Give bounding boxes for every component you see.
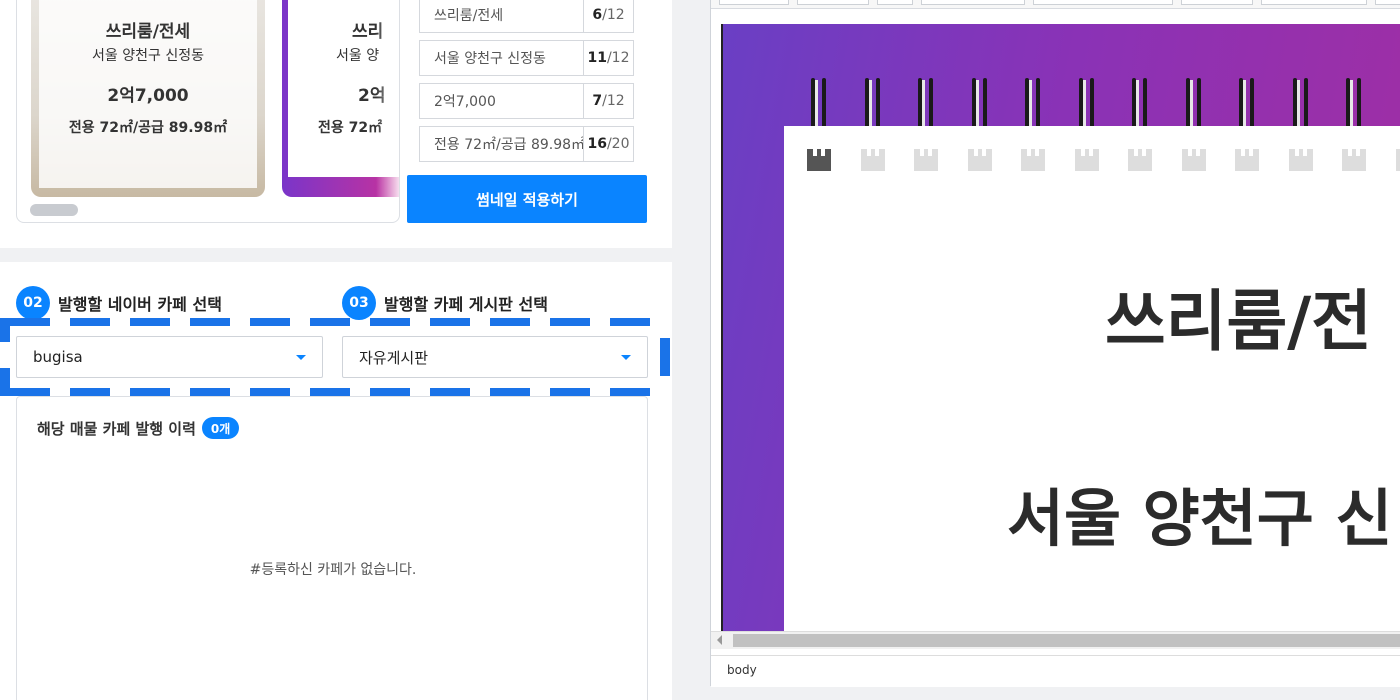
thumbnail-section: 쓰리룸/전세 서울 양천구 신정동 2억7,000 전용 72㎡/공급 89.9… xyxy=(0,0,672,248)
price-field-count: 7/12 xyxy=(583,84,633,118)
thumbnail-carousel[interactable]: 쓰리룸/전세 서울 양천구 신정동 2억7,000 전용 72㎡/공급 89.9… xyxy=(16,0,400,223)
step-cafe-select: 02 발행할 네이버 카페 선택 xyxy=(16,286,222,320)
spiral-ring xyxy=(1346,78,1362,130)
price-field[interactable]: 2억7,000 7/12 xyxy=(419,83,634,119)
binding-hole xyxy=(967,149,992,171)
area-field-count: 16/20 xyxy=(583,127,633,161)
publish-history-title: 해당 매물 카페 발행 이력 0개 xyxy=(37,417,240,439)
toolbar-button[interactable] xyxy=(1033,0,1173,5)
count-max: /12 xyxy=(602,7,625,23)
toolbar-button[interactable] xyxy=(797,0,869,5)
toolbar-button[interactable] xyxy=(921,0,1025,5)
count-max: /12 xyxy=(602,93,625,109)
thumbnail-price: 2억7,000 xyxy=(107,86,189,106)
right-panel: 쓰리룸/전 서울 양천구 신 body xyxy=(686,0,1400,700)
thumbnail-area: 전용 72㎡/공급 89.98㎡ xyxy=(68,120,228,136)
empty-message: #등록하신 카페가 없습니다. xyxy=(249,562,417,578)
toolbar-button[interactable] xyxy=(1181,0,1253,5)
carousel-fade xyxy=(376,0,399,197)
count-current: 6 xyxy=(592,7,603,23)
address-field[interactable]: 서울 양천구 신정동 11/12 xyxy=(419,40,634,76)
binding-hole xyxy=(1128,149,1152,171)
binding-hole xyxy=(1395,149,1400,171)
spiral-ring xyxy=(1185,78,1202,130)
binding-hole xyxy=(1288,149,1313,171)
spiral-ring xyxy=(864,78,881,130)
binding-hole xyxy=(1235,149,1259,171)
toolbar-button[interactable] xyxy=(1375,0,1400,5)
thumbnail-preview-canvas[interactable]: 쓰리룸/전 서울 양천구 신 xyxy=(721,24,1400,631)
binding-hole xyxy=(860,149,885,171)
address-field-count: 11/12 xyxy=(583,41,633,75)
thumbnail-title: 쓰리룸/전세 xyxy=(105,22,191,42)
thumbnail-card-2[interactable]: 쓰리 서울 양 2억 전용 72㎡ xyxy=(282,0,399,197)
title-field[interactable]: 쓰리룸/전세 6/12 xyxy=(419,0,634,33)
title-field-count: 6/12 xyxy=(583,0,633,32)
area-field[interactable]: 전용 72㎡/공급 89.98㎡ 16/20 xyxy=(419,126,634,162)
area-field-value: 전용 72㎡/공급 89.98㎡ xyxy=(434,137,583,153)
thumbnail-card-1[interactable]: 쓰리룸/전세 서울 양천구 신정동 2억7,000 전용 72㎡/공급 89.9… xyxy=(31,0,265,197)
step-label: 발행할 네이버 카페 선택 xyxy=(58,295,222,314)
count-max: /20 xyxy=(606,136,630,152)
binding-hole xyxy=(1181,149,1206,171)
carousel-scrollbar[interactable] xyxy=(30,204,78,216)
spiral-ring xyxy=(918,78,934,130)
publish-history-label: 해당 매물 카페 발행 이력 xyxy=(37,419,196,438)
spiral-ring xyxy=(1078,78,1095,130)
apply-thumbnail-button[interactable]: 썸네일 적용하기 xyxy=(407,175,647,223)
binding-hole xyxy=(1021,149,1045,171)
element-path: body xyxy=(727,663,757,677)
thumbnail-address: 서울 양천구 신정동 xyxy=(92,48,204,64)
step-board-select: 03 발행할 카페 게시판 선택 xyxy=(342,286,548,320)
binding-hole xyxy=(914,149,938,171)
count-current: 16 xyxy=(587,136,607,152)
binding-hole xyxy=(807,149,831,171)
binding-hole xyxy=(1342,149,1366,171)
editor-status-bar: body xyxy=(711,655,1400,687)
highlight-border-right xyxy=(660,338,670,376)
spiral-ring xyxy=(1132,78,1148,130)
spiral-ring xyxy=(1292,78,1309,130)
spiral-ring xyxy=(1239,78,1255,130)
preview-subheading: 서울 양천구 신 xyxy=(1007,482,1393,555)
editor-horizontal-scrollbar[interactable] xyxy=(711,631,1400,649)
board-select[interactable]: 자유게시판 xyxy=(342,336,648,378)
step-number-badge: 02 xyxy=(16,286,50,320)
chevron-down-icon xyxy=(621,355,631,360)
step-label: 발행할 카페 게시판 선택 xyxy=(384,295,548,314)
toolbar-button[interactable] xyxy=(1261,0,1367,5)
toolbar-button[interactable] xyxy=(719,0,789,5)
toolbar-button[interactable] xyxy=(877,0,913,5)
highlight-border-top xyxy=(10,318,670,326)
thumbnail-overlay: 쓰리룸/전세 서울 양천구 신정동 2억7,000 전용 72㎡/공급 89.9… xyxy=(39,0,257,188)
scroll-left-icon[interactable] xyxy=(717,635,722,645)
board-select-value: 자유게시판 xyxy=(359,348,429,367)
cafe-select-value: bugisa xyxy=(33,348,83,366)
step-number-badge: 03 xyxy=(342,286,376,320)
editor-toolbar xyxy=(711,0,1400,9)
count-current: 7 xyxy=(592,93,603,109)
count-max: /12 xyxy=(606,50,630,66)
price-field-value: 2억7,000 xyxy=(434,94,496,110)
highlight-border-bottom xyxy=(10,388,670,396)
count-current: 11 xyxy=(587,50,607,66)
publish-section: 02 발행할 네이버 카페 선택 03 발행할 카페 게시판 선택 bugisa… xyxy=(0,262,672,700)
publish-history-panel: 해당 매물 카페 발행 이력 0개 #등록하신 카페가 없습니다. xyxy=(16,396,648,700)
highlight-border-left xyxy=(0,368,10,396)
history-count-badge: 0개 xyxy=(201,417,240,439)
preview-heading: 쓰리룸/전 xyxy=(1105,283,1372,360)
title-field-value: 쓰리룸/전세 xyxy=(434,8,504,24)
highlight-border-left xyxy=(0,318,10,342)
spiral-ring xyxy=(811,78,827,130)
binding-hole xyxy=(1074,149,1099,171)
cafe-select[interactable]: bugisa xyxy=(16,336,323,378)
chevron-down-icon xyxy=(296,355,306,360)
address-field-value: 서울 양천구 신정동 xyxy=(434,51,546,67)
html-editor[interactable]: 쓰리룸/전 서울 양천구 신 body xyxy=(710,0,1400,687)
left-panel: 쓰리룸/전세 서울 양천구 신정동 2억7,000 전용 72㎡/공급 89.9… xyxy=(0,0,672,700)
spiral-ring xyxy=(1025,78,1041,130)
spiral-ring xyxy=(971,78,988,130)
scrollbar-thumb[interactable] xyxy=(733,634,1400,647)
